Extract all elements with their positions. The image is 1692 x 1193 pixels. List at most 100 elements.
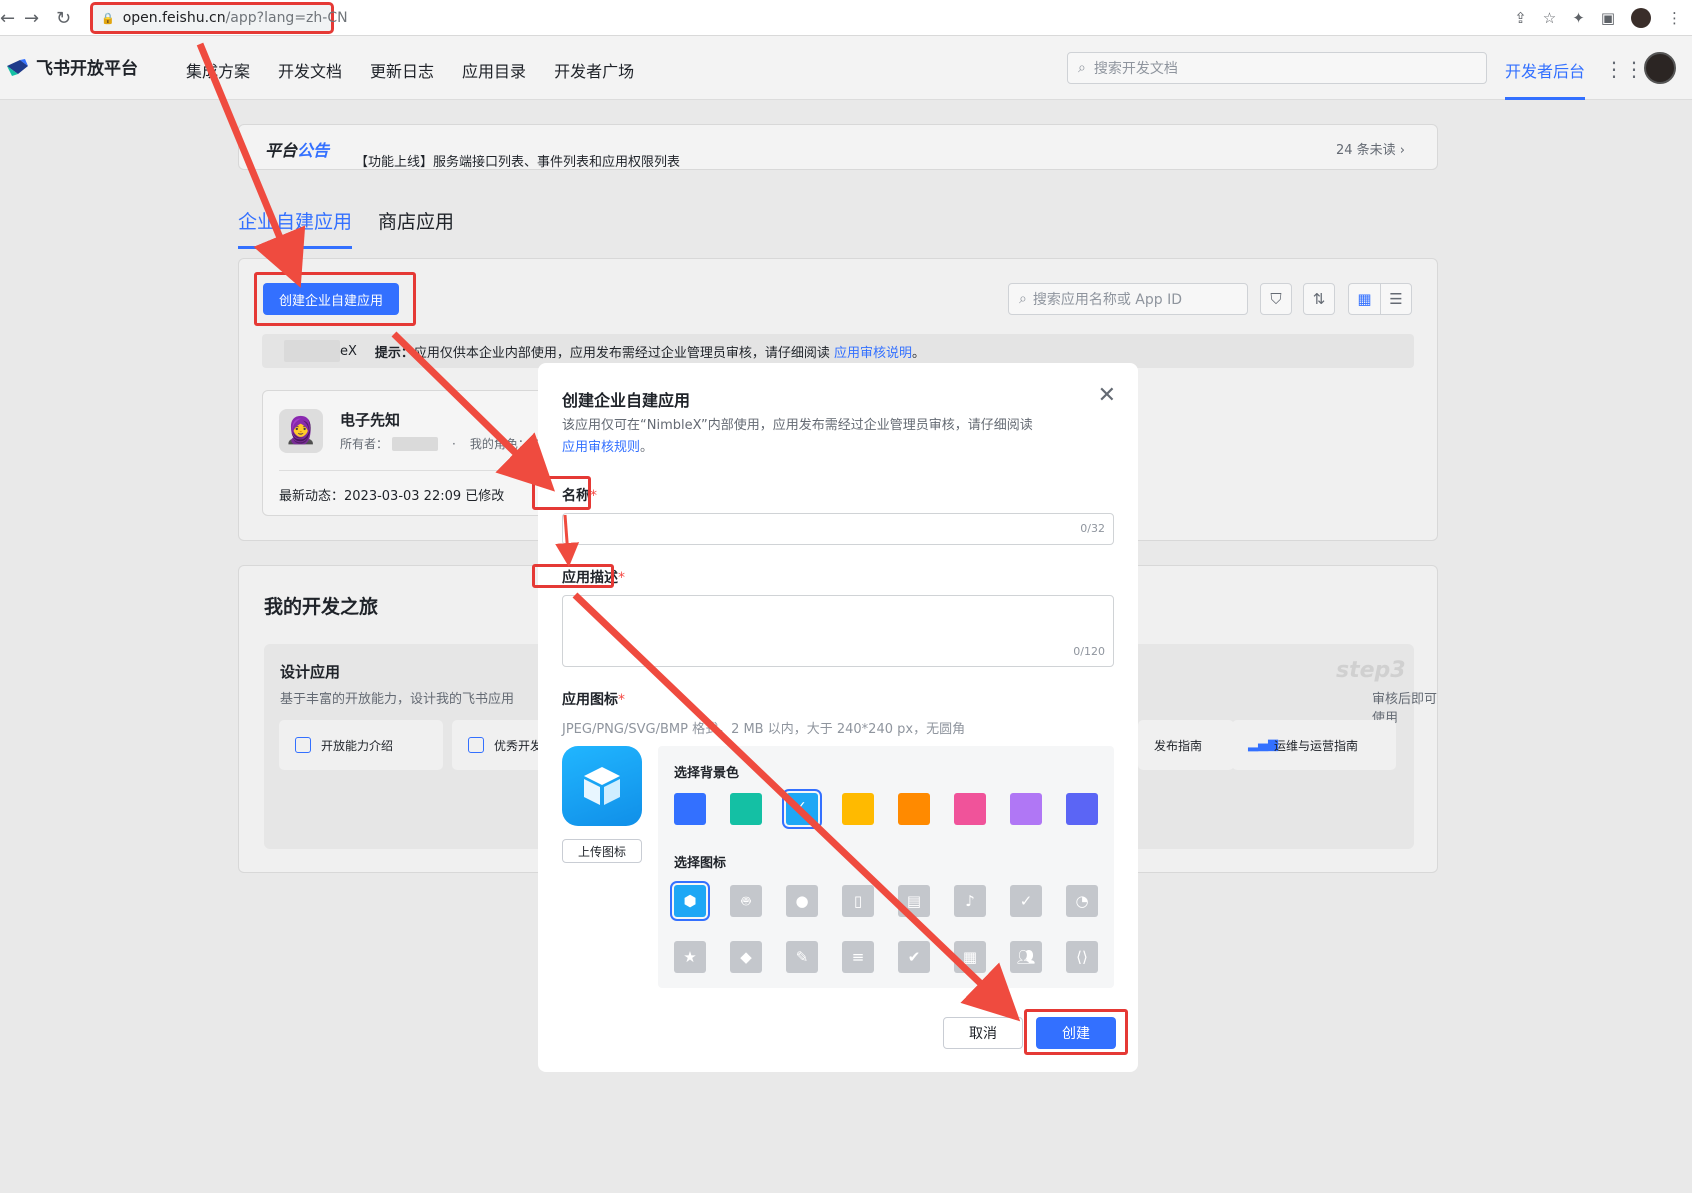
menu-icon[interactable]: ⋮ bbox=[1667, 9, 1682, 27]
description-counter: 0/120 bbox=[1073, 645, 1105, 658]
highlight-box bbox=[532, 564, 614, 588]
icon-hint: JPEG/PNG/SVG/BMP 格式，2 MB 以内，大于 240*240 p… bbox=[562, 722, 966, 737]
chart-pie-icon[interactable]: ◔ bbox=[1066, 885, 1098, 917]
app-owner: 所有者： · 我的角色：户 bbox=[340, 436, 542, 451]
icon-grid-row-1: ⬢ 🤖︎ ● ▯ ▤ ♪ ✓ ◔ bbox=[670, 881, 1098, 921]
doc-search-placeholder: 搜索开发文档 bbox=[1093, 61, 1178, 77]
icon-label: 应用图标* bbox=[562, 692, 625, 708]
icon-select-label: 选择图标 bbox=[674, 856, 727, 871]
chip-ops-guide[interactable]: ▂▄▆ 运维与运营指南 bbox=[1232, 720, 1396, 770]
chip-showcase[interactable]: 优秀开发 bbox=[452, 720, 552, 770]
color-swatch-teal[interactable] bbox=[730, 793, 762, 825]
share-icon[interactable]: ⇪ bbox=[1514, 9, 1527, 27]
color-swatch-purple[interactable] bbox=[1010, 793, 1042, 825]
announcement-text[interactable]: 【功能上线】服务端接口列表、事件列表和应用权限列表 bbox=[355, 151, 680, 170]
step3-badge: step3 bbox=[1336, 658, 1406, 683]
briefcase-icon[interactable]: ▤ bbox=[898, 885, 930, 917]
grid-view-icon[interactable]: ▦ bbox=[1348, 283, 1380, 315]
bulb-icon[interactable]: ● bbox=[786, 885, 818, 917]
tip-org-suffix: eX bbox=[340, 343, 357, 359]
tab-store-apps[interactable]: 商店应用 bbox=[378, 207, 454, 249]
step1-desc: 基于丰富的开放能力，设计我的飞书应用 bbox=[280, 692, 515, 707]
dialog-title: 创建企业自建应用 bbox=[562, 391, 691, 410]
announcement-title: 平台公告 bbox=[265, 141, 330, 160]
app-description-input[interactable]: 0/120 bbox=[562, 595, 1114, 667]
cancel-button[interactable]: 取消 bbox=[943, 1017, 1023, 1049]
name-counter: 0/32 bbox=[1080, 522, 1105, 535]
shield-icon[interactable]: ✔ bbox=[898, 941, 930, 973]
sidepanel-icon[interactable]: ▣ bbox=[1601, 9, 1615, 27]
bg-color-label: 选择背景色 bbox=[674, 766, 740, 781]
star-icon[interactable]: ☆ bbox=[1543, 9, 1556, 27]
unread-count-link[interactable]: 24 条未读 › bbox=[1336, 139, 1405, 158]
tag-icon[interactable]: ◆ bbox=[730, 941, 762, 973]
list-view-icon[interactable]: ☰ bbox=[1380, 283, 1412, 315]
icon-preview bbox=[562, 746, 642, 826]
sort-icon[interactable]: ⇅ bbox=[1303, 283, 1335, 315]
redacted-area bbox=[284, 340, 340, 362]
color-swatch-pink[interactable] bbox=[954, 793, 986, 825]
profile-avatar[interactable] bbox=[1631, 8, 1651, 28]
wrench-icon[interactable]: ✎ bbox=[786, 941, 818, 973]
filter-icon[interactable]: ⛉ bbox=[1260, 283, 1292, 315]
nav-solutions[interactable]: 集成方案 bbox=[186, 58, 250, 82]
lock-icon: 🔒 bbox=[101, 11, 115, 25]
cube-icon bbox=[584, 767, 620, 805]
highlight-box bbox=[532, 476, 591, 510]
back-icon[interactable]: ← bbox=[0, 8, 15, 29]
color-swatch-yellow[interactable] bbox=[842, 793, 874, 825]
url-path: /app?lang=zh-CN bbox=[225, 10, 348, 26]
bookmark-icon[interactable]: ✓ bbox=[1010, 885, 1042, 917]
search-icon: ⌕ bbox=[1078, 60, 1086, 76]
cube-icon[interactable]: ⬢ bbox=[670, 881, 710, 921]
forward-icon[interactable]: → bbox=[24, 8, 39, 29]
review-rules-link[interactable]: 应用审核规则 bbox=[562, 440, 640, 455]
app-name-input[interactable]: 0/32 bbox=[562, 513, 1114, 545]
address-bar[interactable]: 🔒 open.feishu.cn/app?lang=zh-CN bbox=[90, 2, 348, 34]
logo-text: 飞书开放平台 bbox=[36, 59, 138, 79]
document-icon bbox=[295, 737, 311, 753]
door-icon[interactable]: ▯ bbox=[842, 885, 874, 917]
app-card[interactable]: 🧕 电子先知 所有者： · 我的角色：户 最新动态：2023-03-03 22:09… bbox=[262, 390, 552, 516]
nav-app-directory[interactable]: 应用目录 bbox=[462, 58, 526, 82]
app-search-input[interactable]: ⌕ 搜索应用名称或 App ID bbox=[1008, 283, 1248, 315]
app-type-tabs: 企业自建应用 商店应用 bbox=[238, 207, 454, 249]
highlight-box bbox=[254, 272, 416, 326]
nav-docs[interactable]: 开发文档 bbox=[278, 58, 342, 82]
review-guide-link[interactable]: 应用审核说明 bbox=[834, 342, 912, 361]
app-search-placeholder: 搜索应用名称或 App ID bbox=[1032, 292, 1183, 308]
star-icon[interactable]: ★ bbox=[674, 941, 706, 973]
robot-icon[interactable]: 🤖︎ bbox=[730, 885, 762, 917]
color-swatch-indigo[interactable] bbox=[1066, 793, 1098, 825]
nav-changelog[interactable]: 更新日志 bbox=[370, 58, 434, 82]
user-avatar[interactable] bbox=[1644, 52, 1676, 84]
extensions-icon[interactable]: ✦ bbox=[1572, 9, 1585, 27]
bell-icon[interactable]: ♪ bbox=[954, 885, 986, 917]
chip-release-guide[interactable]: 发布指南 bbox=[1138, 720, 1234, 770]
close-icon[interactable]: ✕ bbox=[1098, 385, 1116, 407]
feishu-logo-icon bbox=[7, 58, 28, 76]
upload-icon-button[interactable]: 上传图标 bbox=[562, 839, 642, 863]
chip-capabilities[interactable]: 开放能力介绍 bbox=[279, 720, 443, 770]
icon-picker: 选择背景色 选择图标 ⬢ 🤖︎ ● ▯ ▤ ♪ ✓ ◔ ★ ◆ ✎ ≡ bbox=[658, 746, 1114, 988]
bar-chart-icon: ▂▄▆ bbox=[1248, 737, 1278, 752]
reload-icon[interactable]: ↻ bbox=[56, 8, 71, 29]
color-swatch-blue[interactable] bbox=[674, 793, 706, 825]
announcement-bar[interactable]: 平台公告 【功能上线】服务端接口列表、事件列表和应用权限列表 24 条未读 › bbox=[238, 124, 1438, 170]
developer-console-link[interactable]: 开发者后台 bbox=[1505, 36, 1586, 100]
icon-grid-row-2: ★ ◆ ✎ ≡ ✔ ▦ 👥︎ ⟨⟩ bbox=[674, 941, 1098, 973]
nav-developer-plaza[interactable]: 开发者广场 bbox=[554, 58, 634, 82]
logo[interactable]: 飞书开放平台 bbox=[6, 54, 138, 79]
app-activity: 最新动态：2023-03-03 22:09 已修改 bbox=[279, 489, 505, 504]
tab-internal-apps[interactable]: 企业自建应用 bbox=[238, 207, 353, 249]
document-icon[interactable]: ≡ bbox=[842, 941, 874, 973]
color-swatch-orange[interactable] bbox=[898, 793, 930, 825]
color-swatch-sky-selected[interactable] bbox=[782, 789, 822, 829]
tip-end: 。 bbox=[911, 345, 925, 361]
url-host: open.feishu.cn bbox=[122, 10, 226, 26]
people-icon[interactable]: 👥︎ bbox=[1010, 941, 1042, 973]
doc-search-input[interactable]: ⌕ 搜索开发文档 bbox=[1067, 52, 1487, 84]
table-icon[interactable]: ▦ bbox=[954, 941, 986, 973]
dialog-description: 该应用仅可在“NimbleX”内部使用，应用发布需经过企业管理员审核，请仔细阅读… bbox=[562, 418, 1033, 455]
code-icon[interactable]: ⟨⟩ bbox=[1066, 941, 1098, 973]
